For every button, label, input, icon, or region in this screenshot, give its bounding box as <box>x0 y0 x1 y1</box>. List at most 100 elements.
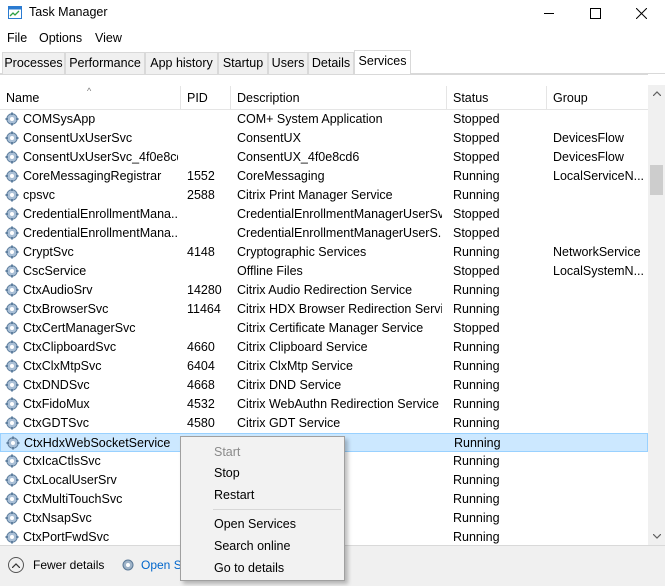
table-row[interactable]: CtxAudioSrv 14280 Citrix Audio Redirection… <box>0 281 648 300</box>
gear-icon <box>5 226 19 240</box>
table-row[interactable]: CtxGDTSvc 4580 Citrix GDT Service Running <box>0 414 648 433</box>
menu-item-search-online[interactable]: Search online <box>214 539 290 553</box>
service-name: cpsvc <box>23 188 55 202</box>
service-description: ConsentUX_4f0e8cd6 <box>237 150 360 164</box>
service-status: Running <box>454 436 501 450</box>
service-status: Stopped <box>453 112 500 126</box>
table-row[interactable]: COMSysApp COM+ System Application Stopped <box>0 110 648 129</box>
service-status: Running <box>453 283 500 297</box>
gear-icon <box>5 340 19 354</box>
service-group: DevicesFlow <box>553 150 624 164</box>
table-row[interactable]: CredentialEnrollmentMana... CredentialEnr… <box>0 224 648 243</box>
menu-options[interactable]: Options <box>39 31 82 45</box>
scroll-down-button[interactable] <box>648 528 665 545</box>
gear-icon <box>5 378 19 392</box>
column-header-group[interactable]: Group <box>547 86 648 110</box>
service-name: CtxPortFwdSvc <box>23 530 110 544</box>
service-name: ConsentUxUserSvc_4f0e8cd6 <box>23 150 178 164</box>
service-name: CtxNsapSvc <box>23 511 92 525</box>
gear-icon <box>5 131 19 145</box>
service-description: Citrix Print Manager Service <box>237 188 393 202</box>
close-icon <box>635 8 647 19</box>
scroll-up-button[interactable] <box>648 85 665 102</box>
service-status: Running <box>453 511 500 525</box>
service-name: CtxDNDSvc <box>23 378 90 392</box>
table-row[interactable]: CtxCertManagerSvc Citrix Certificate Mana… <box>0 319 648 338</box>
table-row[interactable]: ConsentUxUserSvc_4f0e8cd6 ConsentUX_4f0e8… <box>0 148 648 167</box>
table-row[interactable]: CoreMessagingRegistrar 1552 CoreMessaging R… <box>0 167 648 186</box>
fewer-details-label: Fewer details <box>33 558 105 572</box>
column-header-row: ^ Name PID Description Status Group <box>0 86 648 110</box>
service-pid: 4532 <box>187 397 215 411</box>
gear-icon <box>5 473 19 487</box>
service-description: CredentialEnrollmentManagerUserSvc <box>237 207 442 221</box>
chevron-up-icon <box>652 91 661 96</box>
service-description: Citrix Certificate Manager Service <box>237 321 424 335</box>
service-status: Stopped <box>453 321 500 335</box>
service-name: CtxClipboardSvc <box>23 340 117 354</box>
gear-icon <box>5 207 19 221</box>
service-group: LocalServiceN... <box>553 169 643 183</box>
service-name: COMSysApp <box>23 112 96 126</box>
table-row[interactable]: CtxFidoMux 4532 Citrix WebAuthn Redirectio… <box>0 395 648 414</box>
gear-icon <box>5 454 19 468</box>
column-header-pid[interactable]: PID <box>181 86 231 110</box>
menu-item-open-services[interactable]: Open Services <box>214 517 296 531</box>
table-row[interactable]: CtxClipboardSvc 4660 Citrix Clipboard Serv… <box>0 338 648 357</box>
column-header-status[interactable]: Status <box>447 86 547 110</box>
menu-item-stop[interactable]: Stop <box>214 466 240 480</box>
gear-icon <box>5 283 19 297</box>
service-pid: 2588 <box>187 188 215 202</box>
service-status: Running <box>453 454 500 468</box>
tab-details[interactable]: Details <box>308 52 354 74</box>
menu-item-restart[interactable]: Restart <box>214 488 254 502</box>
service-name: CscService <box>23 264 87 278</box>
table-row[interactable]: ConsentUxUserSvc ConsentUX Stopped DevicesF… <box>0 129 648 148</box>
service-name: CtxCertManagerSvc <box>23 321 136 335</box>
fewer-details-button[interactable]: Fewer details <box>8 557 104 573</box>
service-pid: 4668 <box>187 378 215 392</box>
service-name: CoreMessagingRegistrar <box>23 169 162 183</box>
gear-icon <box>5 511 19 525</box>
service-name: ConsentUxUserSvc <box>23 131 133 145</box>
table-row[interactable]: CtxBrowserSvc 11464 Citrix HDX Browser Red… <box>0 300 648 319</box>
table-row[interactable]: CtxClxMtpSvc 6404 Citrix ClxMtp Service Run… <box>0 357 648 376</box>
title-bar: Task Manager <box>0 0 665 27</box>
service-name: CredentialEnrollmentMana... <box>23 226 178 240</box>
service-status: Running <box>453 416 500 430</box>
service-status: Stopped <box>453 150 500 164</box>
menu-file[interactable]: File <box>7 31 27 45</box>
service-pid: 14280 <box>187 283 222 297</box>
table-row[interactable]: CredentialEnrollmentMana... CredentialEnr… <box>0 205 648 224</box>
service-pid: 4148 <box>187 245 215 259</box>
service-name: CredentialEnrollmentMana... <box>23 207 178 221</box>
open-services-link[interactable]: Open Se <box>120 557 188 573</box>
table-row[interactable]: CryptSvc 4148 Cryptographic Services Runnin… <box>0 243 648 262</box>
tab-startup[interactable]: Startup <box>218 52 268 74</box>
service-name: CtxHdxWebSocketService <box>24 436 171 450</box>
column-header-description[interactable]: Description <box>231 86 447 110</box>
tab-app-history[interactable]: App history <box>145 52 218 74</box>
service-name: CtxGDTSvc <box>23 416 89 430</box>
tab-processes[interactable]: Processes <box>2 52 65 74</box>
tab-performance[interactable]: Performance <box>65 52 145 74</box>
service-description: Citrix ClxMtp Service <box>237 359 353 373</box>
minimize-button[interactable] <box>526 0 572 27</box>
menu-item-go-to-details[interactable]: Go to details <box>214 561 284 575</box>
menu-view[interactable]: View <box>95 31 122 45</box>
tab-users[interactable]: Users <box>268 52 308 74</box>
window-title: Task Manager <box>29 5 108 19</box>
service-status: Running <box>453 359 500 373</box>
menu-bar: File Options View <box>0 28 665 48</box>
service-description: CoreMessaging <box>237 169 325 183</box>
scrollbar-thumb[interactable] <box>650 165 663 195</box>
table-row[interactable]: CscService Offline Files Stopped LocalSyste… <box>0 262 648 281</box>
table-row[interactable]: cpsvc 2588 Citrix Print Manager Service Run… <box>0 186 648 205</box>
close-button[interactable] <box>618 0 664 27</box>
tab-services[interactable]: Services <box>354 50 411 75</box>
vertical-scrollbar[interactable] <box>648 85 665 545</box>
column-header-name[interactable]: Name <box>0 86 181 110</box>
table-row[interactable]: CtxDNDSvc 4668 Citrix DND Service Running <box>0 376 648 395</box>
maximize-button[interactable] <box>572 0 618 27</box>
service-description: Citrix WebAuthn Redirection Service <box>237 397 439 411</box>
